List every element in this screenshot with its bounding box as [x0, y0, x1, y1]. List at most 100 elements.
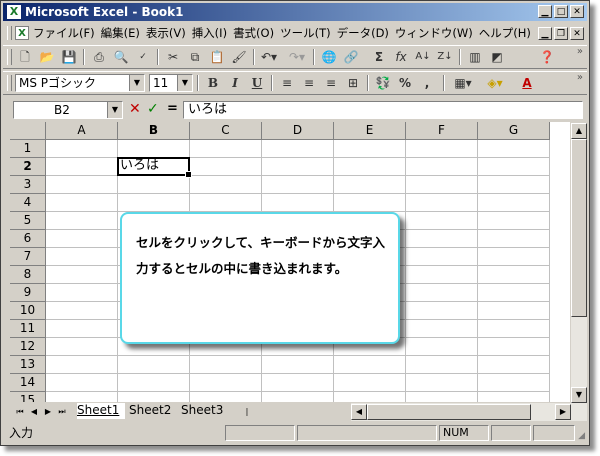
- cell-a6[interactable]: [46, 230, 118, 248]
- help-icon[interactable]: ❓: [537, 48, 557, 66]
- cell-f12[interactable]: [406, 338, 478, 356]
- tab-splitter[interactable]: |: [243, 404, 251, 419]
- row-header-10[interactable]: 10: [10, 302, 46, 320]
- cell-f13[interactable]: [406, 356, 478, 374]
- last-sheet-icon[interactable]: ⏭: [55, 404, 69, 419]
- cell-a7[interactable]: [46, 248, 118, 266]
- print-preview-icon[interactable]: 🔍: [111, 48, 131, 66]
- menu-edit[interactable]: 編集(E): [101, 26, 146, 40]
- cell-d13[interactable]: [262, 356, 334, 374]
- active-cell[interactable]: いろは: [117, 157, 192, 178]
- column-header-a[interactable]: A: [46, 122, 118, 140]
- cell-f14[interactable]: [406, 374, 478, 392]
- prev-sheet-icon[interactable]: ◀: [27, 404, 41, 419]
- sort-descending-icon[interactable]: Z↓: [435, 48, 455, 66]
- cell-a12[interactable]: [46, 338, 118, 356]
- sort-ascending-icon[interactable]: A↓: [413, 48, 433, 66]
- cell-f11[interactable]: [406, 320, 478, 338]
- cell-a14[interactable]: [46, 374, 118, 392]
- doc-restore-icon[interactable]: ❐: [554, 27, 568, 40]
- cell-a13[interactable]: [46, 356, 118, 374]
- scroll-thumb[interactable]: [367, 404, 531, 420]
- cell-d15[interactable]: [262, 392, 334, 402]
- row-header-14[interactable]: 14: [10, 374, 46, 392]
- cell-c4[interactable]: [190, 194, 262, 212]
- row-header-8[interactable]: 8: [10, 266, 46, 284]
- column-header-d[interactable]: D: [262, 122, 334, 140]
- font-name-combo[interactable]: MS Pゴシック ▼: [15, 74, 145, 92]
- cell-a4[interactable]: [46, 194, 118, 212]
- cell-g8[interactable]: [478, 266, 550, 284]
- row-header-1[interactable]: 1: [10, 140, 46, 158]
- percent-icon[interactable]: %: [395, 74, 415, 92]
- cell-f4[interactable]: [406, 194, 478, 212]
- undo-icon[interactable]: ↶▾: [259, 48, 279, 66]
- cell-d2[interactable]: [262, 158, 334, 176]
- select-all-corner[interactable]: [10, 122, 46, 140]
- chart-wizard-icon[interactable]: ▥: [465, 48, 485, 66]
- italic-icon[interactable]: I: [225, 74, 245, 92]
- row-header-4[interactable]: 4: [10, 194, 46, 212]
- fill-color-icon[interactable]: ◈▾: [481, 74, 509, 92]
- sheet-tab-sheet1[interactable]: Sheet1: [77, 403, 125, 419]
- new-icon[interactable]: 🗋: [15, 48, 35, 66]
- cell-d14[interactable]: [262, 374, 334, 392]
- cell-b1[interactable]: [118, 140, 190, 158]
- column-header-f[interactable]: F: [406, 122, 478, 140]
- cell-g10[interactable]: [478, 302, 550, 320]
- menu-window[interactable]: ウィンドウ(W): [395, 26, 479, 40]
- print-icon[interactable]: ⎙: [89, 48, 109, 66]
- web-icon[interactable]: 🔗: [341, 48, 361, 66]
- toolbar-grip[interactable]: [7, 49, 12, 65]
- menu-view[interactable]: 表示(V): [146, 26, 192, 40]
- toolbar-grip[interactable]: [7, 75, 12, 91]
- cell-d3[interactable]: [262, 176, 334, 194]
- drawing-icon[interactable]: ◩: [487, 48, 507, 66]
- row-header-9[interactable]: 9: [10, 284, 46, 302]
- cell-b3[interactable]: [118, 176, 190, 194]
- column-header-b[interactable]: B: [118, 122, 190, 140]
- cell-c15[interactable]: [190, 392, 262, 402]
- cell-e13[interactable]: [334, 356, 406, 374]
- cell-c2[interactable]: [190, 158, 262, 176]
- cell-e1[interactable]: [334, 140, 406, 158]
- merge-center-icon[interactable]: ⊞: [343, 74, 363, 92]
- cell-b14[interactable]: [118, 374, 190, 392]
- chevron-down-icon[interactable]: ▼: [107, 102, 122, 118]
- menubar-grip[interactable]: [7, 26, 12, 40]
- cell-b4[interactable]: [118, 194, 190, 212]
- cell-a15[interactable]: [46, 392, 118, 402]
- chevron-down-icon[interactable]: ▼: [129, 75, 144, 91]
- resize-grip-icon[interactable]: ◢: [578, 431, 585, 441]
- edit-formula-button[interactable]: =: [167, 101, 178, 116]
- cell-e14[interactable]: [334, 374, 406, 392]
- cell-c14[interactable]: [190, 374, 262, 392]
- cell-a3[interactable]: [46, 176, 118, 194]
- column-header-e[interactable]: E: [334, 122, 406, 140]
- cell-b15[interactable]: [118, 392, 190, 402]
- scroll-down-icon[interactable]: ▼: [571, 387, 587, 403]
- cell-g12[interactable]: [478, 338, 550, 356]
- minimize-icon[interactable]: ▁: [538, 5, 552, 18]
- cell-f7[interactable]: [406, 248, 478, 266]
- first-sheet-icon[interactable]: ⏮: [13, 404, 27, 419]
- cell-e3[interactable]: [334, 176, 406, 194]
- redo-icon[interactable]: ↷▾: [287, 48, 307, 66]
- align-left-icon[interactable]: ≡: [277, 74, 297, 92]
- cell-g6[interactable]: [478, 230, 550, 248]
- row-header-7[interactable]: 7: [10, 248, 46, 266]
- scroll-right-icon[interactable]: ▶: [555, 404, 571, 420]
- cell-g5[interactable]: [478, 212, 550, 230]
- menu-data[interactable]: データ(D): [337, 26, 395, 40]
- font-color-icon[interactable]: A: [513, 74, 541, 92]
- align-right-icon[interactable]: ≡: [321, 74, 341, 92]
- row-header-2[interactable]: 2: [10, 158, 46, 176]
- cell-e4[interactable]: [334, 194, 406, 212]
- excel-icon[interactable]: X: [7, 5, 21, 19]
- open-icon[interactable]: 📂: [37, 48, 57, 66]
- cell-d4[interactable]: [262, 194, 334, 212]
- autosum-icon[interactable]: Σ: [369, 48, 389, 66]
- row-header-12[interactable]: 12: [10, 338, 46, 356]
- doc-minimize-icon[interactable]: ▁: [538, 27, 552, 40]
- cell-a1[interactable]: [46, 140, 118, 158]
